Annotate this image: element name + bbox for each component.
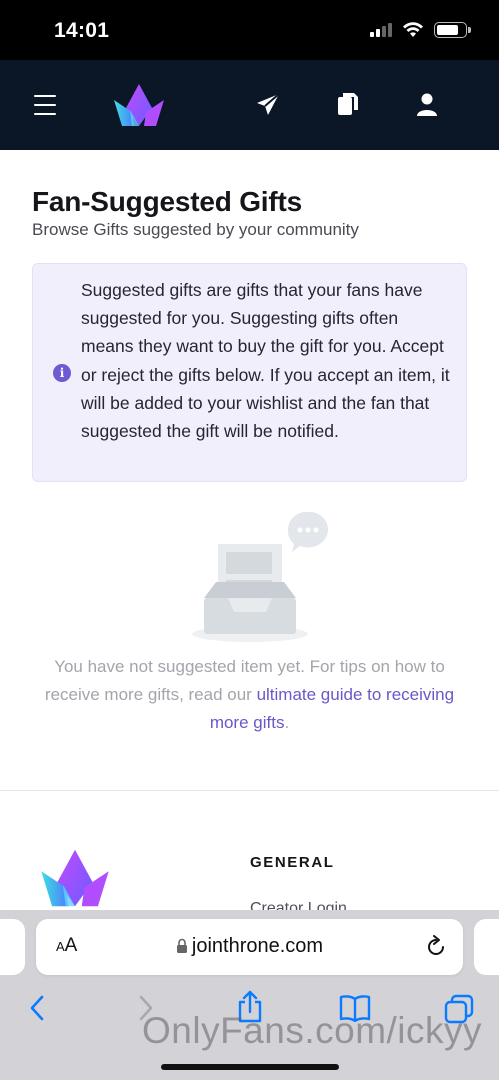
- wifi-icon: [403, 22, 423, 37]
- address-bar[interactable]: AA jointhrone.com: [36, 919, 463, 975]
- reload-icon[interactable]: [425, 935, 447, 959]
- safari-toolbar: AA jointhrone.com: [0, 910, 499, 1080]
- send-icon[interactable]: [256, 93, 280, 117]
- empty-state-text: You have not suggested item yet. For tip…: [40, 653, 459, 737]
- battery-icon: [434, 22, 471, 38]
- url-display[interactable]: jointhrone.com: [36, 935, 463, 958]
- info-icon: i: [53, 364, 71, 382]
- section-divider: [0, 790, 499, 791]
- status-bar: 14:01: [0, 0, 499, 60]
- next-tab-preview[interactable]: [474, 919, 499, 975]
- menu-icon[interactable]: [34, 95, 56, 115]
- info-text: Suggested gifts are gifts that your fans…: [81, 280, 450, 442]
- cellular-signal-icon: [370, 23, 392, 37]
- home-indicator: [161, 1064, 339, 1070]
- copy-icon[interactable]: [337, 92, 359, 116]
- empty-state-trailing: .: [284, 713, 290, 732]
- previous-tab-preview[interactable]: [0, 919, 25, 975]
- lock-icon: [176, 938, 187, 953]
- status-icons: [370, 22, 471, 38]
- footer-heading-general: GENERAL: [250, 854, 335, 871]
- status-time: 14:01: [54, 19, 110, 42]
- back-icon[interactable]: [28, 994, 46, 1022]
- empty-inbox-illustration: [192, 512, 328, 642]
- info-callout: i Suggested gifts are gifts that your fa…: [32, 263, 467, 482]
- page-title: Fan-Suggested Gifts: [32, 186, 302, 217]
- throne-logo[interactable]: [112, 82, 166, 128]
- watermark-text: OnlyFans.com/ickyy: [142, 1010, 483, 1051]
- site-navbar: [0, 60, 499, 150]
- footer-throne-logo: [41, 849, 109, 907]
- user-icon[interactable]: [416, 93, 438, 117]
- url-text: jointhrone.com: [191, 935, 324, 957]
- page-subtitle: Browse Gifts suggested by your community: [32, 220, 359, 239]
